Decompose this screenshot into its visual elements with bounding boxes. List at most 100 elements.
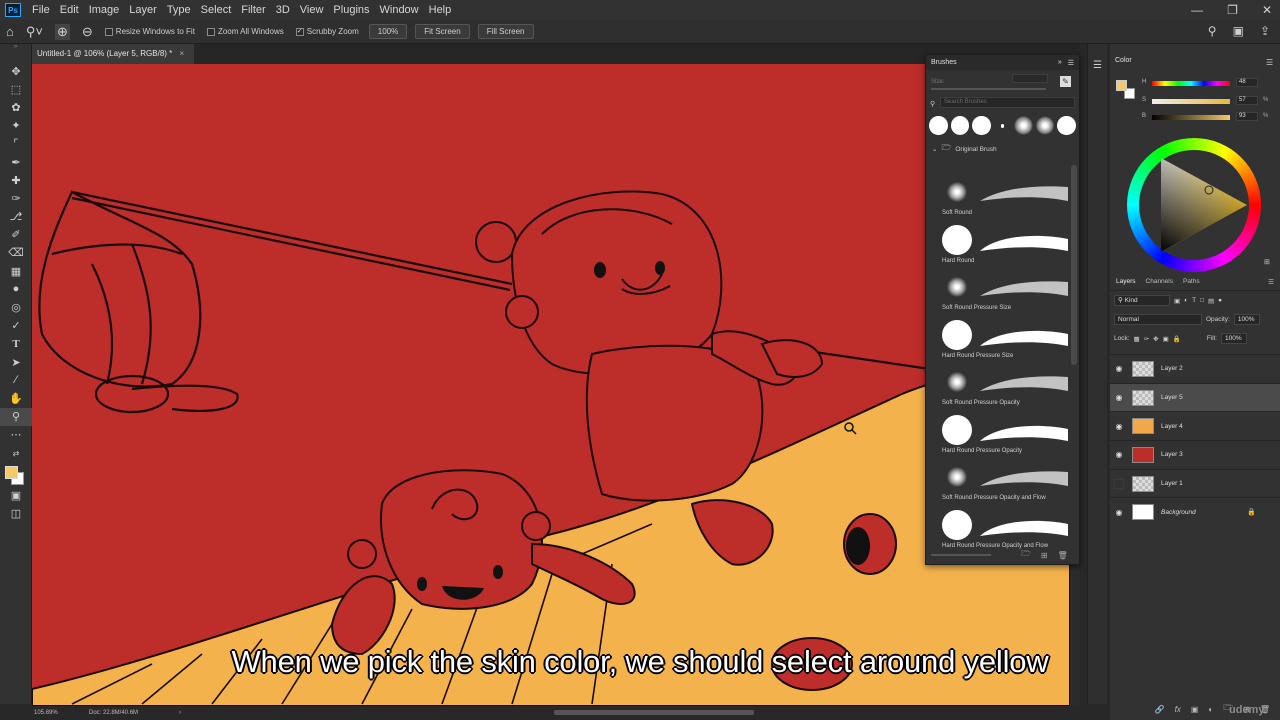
close-icon[interactable]: ✕: [1262, 3, 1272, 17]
lasso-tool-icon[interactable]: ✿: [0, 98, 32, 116]
zoom-tool-icon[interactable]: ⚲˅: [26, 24, 43, 40]
recent-brush-hard[interactable]: [950, 116, 970, 135]
lock-position-icon[interactable]: ✥: [1153, 335, 1158, 343]
zoom-all-windows-checkbox[interactable]: Zoom All Windows: [206, 27, 284, 36]
toolbar-collapse-icon[interactable]: »: [0, 44, 31, 62]
saturation-slider[interactable]: [1152, 99, 1230, 104]
menu-filter[interactable]: Filter: [236, 0, 270, 20]
layer-row[interactable]: ◉ Layer 4: [1110, 411, 1280, 440]
layer-thumbnail[interactable]: [1132, 389, 1154, 406]
layer-row[interactable]: ◉ Background 🔒: [1110, 497, 1280, 526]
eye-icon[interactable]: ◉: [1110, 450, 1128, 459]
layer-style-icon[interactable]: fx: [1175, 705, 1181, 714]
tab-channels[interactable]: Channels: [1146, 278, 1173, 285]
share-icon[interactable]: ⇪: [1260, 24, 1270, 38]
opacity-field[interactable]: 100%: [1233, 314, 1260, 325]
color-panel-menu-icon[interactable]: ☰: [1266, 58, 1273, 67]
document-tab[interactable]: Untitled-1 @ 106% (Layer 5, RGB/8) * ×: [32, 44, 195, 64]
filter-pixel-icon[interactable]: ▣: [1174, 297, 1180, 305]
layer-thumbnail[interactable]: [1132, 418, 1154, 435]
brightness-slider[interactable]: [1152, 115, 1230, 120]
restore-icon[interactable]: ❐: [1227, 3, 1238, 17]
fit-screen-button[interactable]: Fit Screen: [415, 24, 470, 39]
eye-hidden-icon[interactable]: [1114, 478, 1124, 489]
recent-brush-hard[interactable]: [1057, 116, 1076, 135]
panel-menu-icon[interactable]: ☰: [1068, 59, 1074, 67]
tab-paths[interactable]: Paths: [1183, 278, 1200, 285]
zoom-in-icon[interactable]: ⊕: [54, 23, 70, 40]
zoom-tool-icon[interactable]: ⚲: [0, 407, 32, 426]
layer-thumbnail[interactable]: [1132, 446, 1154, 463]
recent-brush-small[interactable]: [1000, 123, 1005, 128]
menu-plugins[interactable]: Plugins: [328, 0, 374, 20]
resize-windows-checkbox[interactable]: Resize Windows to Fit: [104, 27, 195, 36]
adjustment-layer-icon[interactable]: ◐: [1208, 705, 1213, 714]
brush-preset-item[interactable]: Hard Round Pressure Opacity: [940, 411, 1068, 459]
menu-edit[interactable]: Edit: [55, 0, 84, 20]
brush-preset-item[interactable]: Hard Round: [940, 221, 1068, 269]
menu-help[interactable]: Help: [424, 0, 457, 20]
brush-list-scrollbar[interactable]: [1071, 165, 1077, 365]
fill-field[interactable]: 100%: [1220, 333, 1247, 344]
brightness-value[interactable]: 93: [1236, 112, 1258, 121]
brush-preset-item[interactable]: Soft Round Pressure Opacity: [940, 363, 1068, 411]
menu-file[interactable]: File: [27, 0, 55, 20]
layer-thumbnail[interactable]: [1132, 504, 1154, 521]
screen-mode-icon[interactable]: ◫: [0, 504, 32, 522]
chevron-down-icon[interactable]: ⌄: [932, 145, 937, 153]
magic-wand-tool-icon[interactable]: ✦: [0, 117, 32, 135]
eyedropper-tool-icon[interactable]: ✒: [0, 153, 32, 171]
photoshop-logo-icon[interactable]: Ps: [5, 3, 21, 17]
brushes-panel-header[interactable]: Brushes » ☰: [926, 55, 1079, 70]
line-tool-icon[interactable]: ∕: [0, 371, 32, 389]
brush-size-slider[interactable]: [931, 88, 1046, 90]
add-mask-icon[interactable]: ▣: [1191, 705, 1199, 714]
home-icon[interactable]: ⌂: [6, 24, 14, 39]
eye-icon[interactable]: ◉: [1110, 393, 1128, 402]
zoom-value-field[interactable]: 100%: [368, 24, 408, 39]
blur-tool-icon[interactable]: ●: [0, 280, 32, 298]
gradient-tool-icon[interactable]: ▦: [0, 262, 32, 280]
crop-tool-icon[interactable]: ⌜: [0, 135, 32, 153]
marquee-tool-icon[interactable]: ⬚: [0, 80, 32, 98]
foreground-color-swatch[interactable]: [5, 466, 18, 480]
move-tool-icon[interactable]: ✥: [0, 62, 32, 80]
layer-row[interactable]: ◉ Layer 5: [1110, 382, 1280, 412]
lock-transparent-icon[interactable]: ▦: [1134, 335, 1140, 343]
trash-icon[interactable]: 🗑: [1058, 551, 1068, 560]
status-arrow-icon[interactable]: ›: [179, 710, 181, 716]
new-group-icon[interactable]: 🗁: [1021, 548, 1031, 562]
healing-brush-tool-icon[interactable]: ✚: [0, 171, 32, 189]
eraser-tool-icon[interactable]: ⌫: [0, 244, 32, 262]
filter-adjustment-icon[interactable]: ◐: [1184, 297, 1188, 304]
brush-preview-size-slider[interactable]: [931, 554, 991, 556]
color-panel-title[interactable]: Color: [1110, 54, 1280, 67]
search-brushes-input[interactable]: Search Brushes: [940, 97, 1075, 108]
tab-layers[interactable]: Layers: [1116, 278, 1136, 285]
layers-panel-menu-icon[interactable]: ☰: [1268, 278, 1274, 286]
lock-image-icon[interactable]: ✑: [1144, 335, 1149, 343]
recent-brush-soft[interactable]: [1014, 116, 1033, 135]
layer-thumbnail[interactable]: [1132, 475, 1154, 492]
filter-toggle-icon[interactable]: ●: [1218, 297, 1222, 304]
new-brush-icon[interactable]: ⊞: [1041, 551, 1048, 560]
recent-brush-hard[interactable]: [929, 116, 948, 135]
brush-tool-icon[interactable]: ✑: [0, 189, 32, 207]
status-zoom[interactable]: 105.89%: [34, 710, 89, 716]
menu-view[interactable]: View: [295, 0, 329, 20]
brush-preset-item[interactable]: Hard Round Pressure Size: [940, 316, 1068, 364]
more-tools-icon[interactable]: ⋯: [0, 426, 32, 444]
path-selection-tool-icon[interactable]: ➤: [0, 353, 32, 371]
color-wheel[interactable]: [1127, 138, 1261, 272]
saturation-value[interactable]: 57: [1236, 96, 1258, 105]
create-brush-icon[interactable]: ✎: [1060, 76, 1071, 87]
collapse-panel-icon[interactable]: »: [1058, 59, 1062, 67]
eye-icon[interactable]: ◉: [1110, 422, 1128, 431]
document-canvas[interactable]: [32, 64, 1070, 706]
properties-icon[interactable]: ☰: [1092, 60, 1104, 72]
scrubby-zoom-checkbox[interactable]: ✓ Scrubby Zoom: [295, 27, 359, 36]
menu-select[interactable]: Select: [196, 0, 237, 20]
layer-row[interactable]: ◉ Layer 2: [1110, 354, 1280, 383]
filter-shape-icon[interactable]: □: [1200, 297, 1204, 304]
filter-type-icon[interactable]: T: [1192, 297, 1196, 304]
